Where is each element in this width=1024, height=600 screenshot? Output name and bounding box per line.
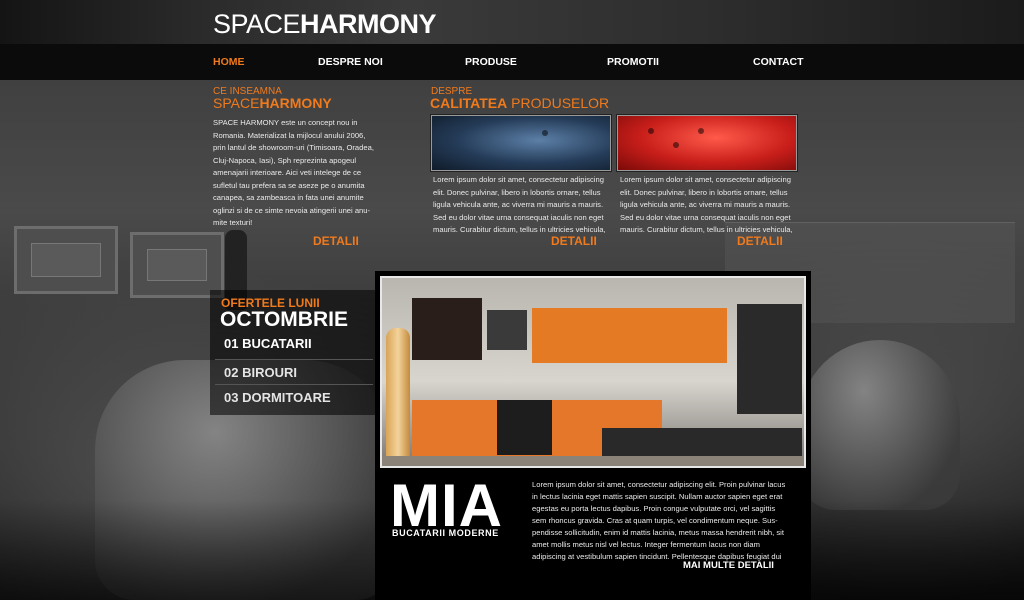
quality-title-bold: CALITATEA — [430, 95, 508, 111]
wall-picture-right — [130, 232, 224, 298]
kitchen-orange-upper — [532, 308, 727, 363]
about-text: SPACE HARMONY este un concept nou in Rom… — [213, 118, 374, 227]
nav-contact[interactable]: CONTACT — [753, 56, 804, 68]
kitchen-floor — [382, 456, 804, 466]
offer-item-dormitoare[interactable]: 03 DORMITOARE — [224, 390, 331, 405]
kitchen-wall-cabinets — [412, 298, 482, 360]
kitchen-hood — [487, 310, 527, 350]
armchair-right — [800, 340, 960, 510]
header-bar — [0, 0, 1024, 44]
site-logo[interactable]: SPACEHARMONY — [213, 9, 437, 40]
product-text-1: Lorem ipsum dolor sit amet, consectetur … — [433, 175, 606, 234]
about-title-bold: HARMONY — [259, 95, 332, 111]
product-image-red-leather[interactable] — [617, 115, 797, 171]
about-title-light: SPACE — [213, 95, 260, 111]
kitchen-oven — [497, 400, 552, 455]
offer-item-bucatarii[interactable]: 01 BUCATARII — [224, 336, 312, 351]
offer-item-birouri[interactable]: 02 BIROURI — [224, 365, 297, 380]
product-details-link-2[interactable]: DETALII — [737, 234, 783, 248]
product-details-link-1[interactable]: DETALII — [551, 234, 597, 248]
kitchen-island — [602, 428, 802, 458]
featured-kitchen-photo[interactable] — [380, 276, 806, 468]
offers-month: OCTOMBRIE — [220, 308, 348, 331]
offer-divider — [215, 359, 373, 360]
logo-text-light: SPACE — [213, 9, 301, 39]
feature-subtitle: BUCATARII MODERNE — [392, 528, 499, 538]
about-details-link[interactable]: DETALII — [313, 234, 359, 248]
nav-promotii[interactable]: PROMOTII — [607, 56, 659, 68]
kitchen-shelf — [737, 304, 802, 414]
product-text-2: Lorem ipsum dolor sit amet, consectetur … — [620, 175, 793, 234]
more-details-link[interactable]: MAI MULTE DETALII — [683, 560, 774, 571]
nav-despre-noi[interactable]: DESPRE NOI — [318, 56, 383, 68]
nav-produse[interactable]: PRODUSE — [465, 56, 517, 68]
offer-divider — [215, 384, 373, 385]
quality-title-light: PRODUSELOR — [507, 95, 610, 111]
nav-home[interactable]: HOME — [213, 56, 245, 68]
product-image-blue-leather[interactable] — [431, 115, 611, 171]
wall-picture-left — [14, 226, 118, 294]
kitchen-lamp — [386, 328, 410, 466]
feature-text: Lorem ipsum dolor sit amet, consectetur … — [532, 480, 786, 561]
quality-title: CALITATEA PRODUSELOR — [430, 95, 609, 111]
logo-text-bold: HARMONY — [300, 9, 437, 39]
about-title: SPACEHARMONY — [213, 95, 332, 111]
